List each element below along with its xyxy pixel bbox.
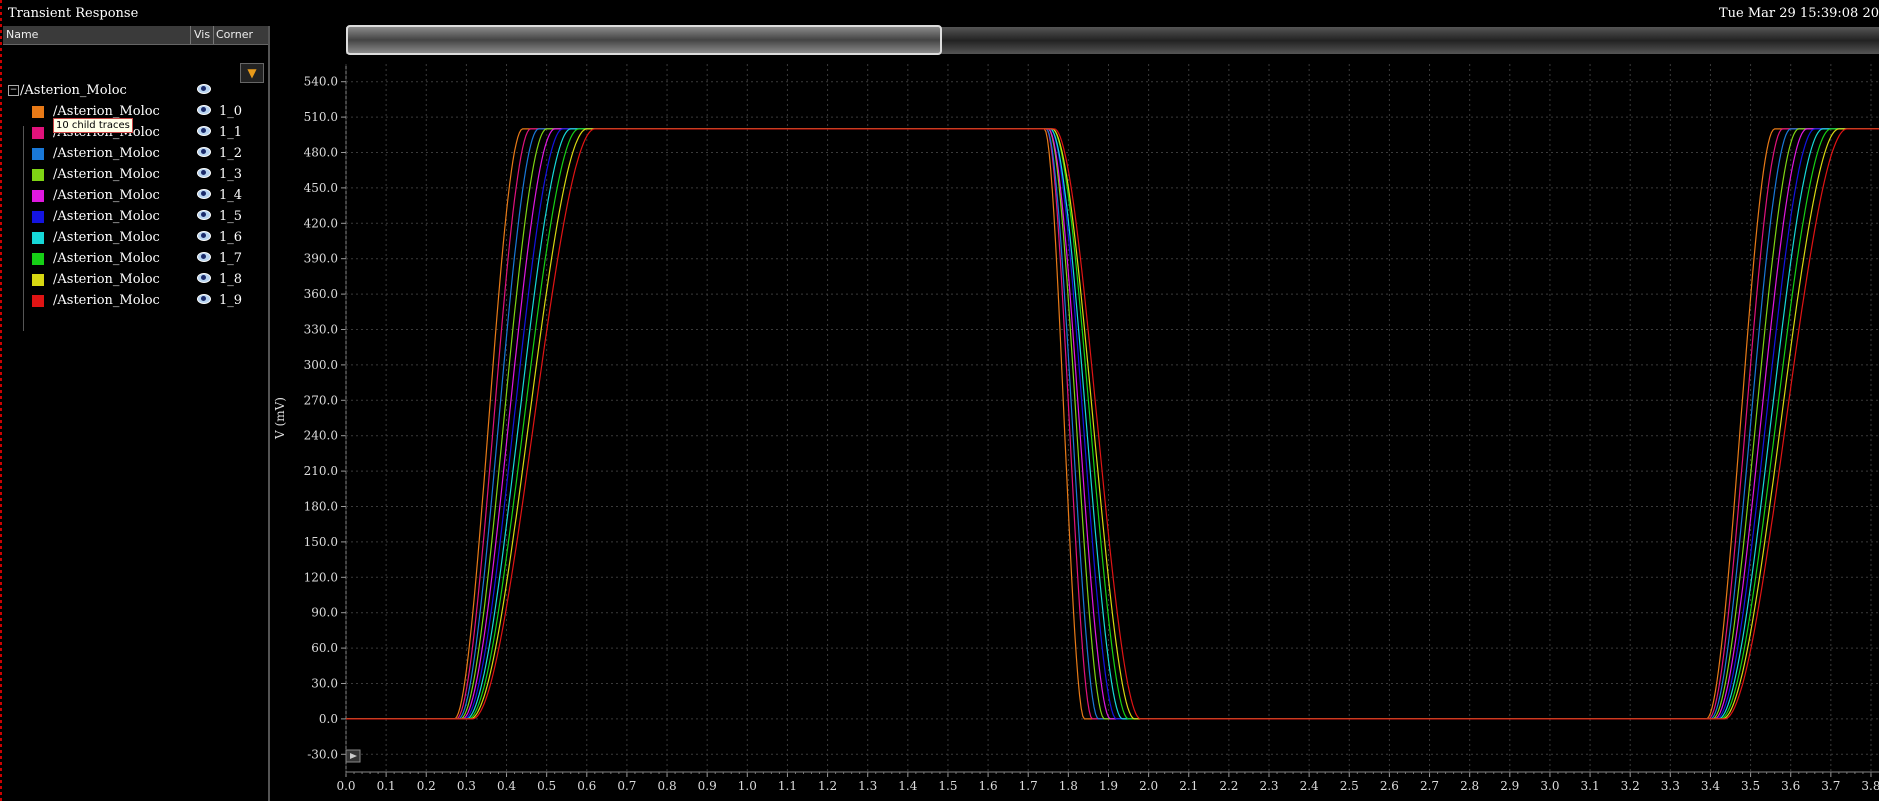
x-tick-label: 1.9	[1099, 779, 1118, 793]
waveform-chart[interactable]: 540.0 510.0 480.0 450.0 420.0 390.0 360.0 330.0…	[0, 0, 1879, 801]
y-tick-label: 90.0	[311, 606, 338, 620]
waveform-series-1_2	[346, 128, 1879, 720]
x-tick-label: 0.3	[457, 779, 476, 793]
x-tick-label: 1.5	[938, 779, 957, 793]
y-tick-label: 150.0	[304, 535, 338, 549]
y-tick-label: 30.0	[311, 677, 338, 691]
x-tick-label: 0.7	[617, 779, 636, 793]
x-tick-label: 2.4	[1300, 779, 1319, 793]
x-tick-label: 3.6	[1781, 779, 1800, 793]
y-tick-label: 300.0	[304, 358, 338, 372]
x-tick-label: 3.5	[1741, 779, 1760, 793]
y-tick-label: 240.0	[304, 429, 338, 443]
y-tick-label: 0.0	[319, 712, 338, 726]
y-tick-label: 420.0	[304, 216, 338, 230]
y-tick-label: 360.0	[304, 287, 338, 301]
x-tick-label: 3.2	[1621, 779, 1640, 793]
waveform-series-1_8	[346, 128, 1879, 720]
y-tick-label: 210.0	[304, 464, 338, 478]
x-tick-label: 0.5	[537, 779, 556, 793]
x-tick-label: 1.7	[1019, 779, 1038, 793]
overview-scrollbar[interactable]	[346, 25, 1879, 55]
y-tick-label: 180.0	[304, 500, 338, 514]
x-tick-label: 0.2	[417, 779, 436, 793]
x-tick-label: 0.0	[336, 779, 355, 793]
x-tick-label: 0.4	[497, 779, 516, 793]
y-tick-label: 120.0	[304, 570, 338, 584]
y-tick-label: 510.0	[304, 110, 338, 124]
y-axis-label: V (mV)	[273, 397, 287, 440]
waveform-series-1_7	[346, 128, 1879, 720]
y-tick-label: 270.0	[304, 393, 338, 407]
x-tick-label: 1.8	[1059, 779, 1078, 793]
x-tick-label: 2.0	[1139, 779, 1158, 793]
x-tick-label: 3.0	[1540, 779, 1559, 793]
waveform-series-1_0	[346, 128, 1879, 720]
y-tick-label: 330.0	[304, 323, 338, 337]
x-tick-label: 3.7	[1821, 779, 1840, 793]
x-tick-label: 2.9	[1500, 779, 1519, 793]
x-tick-label: 3.4	[1701, 779, 1720, 793]
x-tick-label: 2.7	[1420, 779, 1439, 793]
y-tick-label: -30.0	[307, 747, 338, 761]
x-tick-label: 0.8	[658, 779, 677, 793]
x-tick-label: 3.3	[1661, 779, 1680, 793]
x-tick-label: 1.6	[979, 779, 998, 793]
x-tick-label: 2.2	[1219, 779, 1238, 793]
x-tick-label: 0.6	[577, 779, 596, 793]
x-tick-label: 3.1	[1581, 779, 1600, 793]
overview-handle[interactable]	[346, 25, 942, 55]
waveform-series-1_9	[346, 128, 1879, 720]
y-tick-label: 390.0	[304, 252, 338, 266]
x-tick-label: 0.9	[698, 779, 717, 793]
waveform-series-1_6	[346, 128, 1879, 720]
y-tick-label: 540.0	[304, 75, 338, 89]
x-tick-label: 2.6	[1380, 779, 1399, 793]
x-tick-label: 1.3	[858, 779, 877, 793]
x-tick-label: 1.2	[818, 779, 837, 793]
x-tick-label: 2.8	[1460, 779, 1479, 793]
x-tick-label: 1.0	[738, 779, 757, 793]
x-tick-label: 1.1	[778, 779, 797, 793]
x-tick-label: 3.8	[1861, 779, 1879, 793]
y-tick-label: 480.0	[304, 146, 338, 160]
waveform-series-1_3	[346, 128, 1879, 720]
x-tick-label: 1.4	[898, 779, 917, 793]
waveform-series-1_5	[346, 128, 1879, 720]
y-tick-label: 60.0	[311, 641, 338, 655]
x-tick-label: 0.1	[377, 779, 396, 793]
x-tick-label: 2.1	[1179, 779, 1198, 793]
waveform-series-1_1	[346, 128, 1879, 720]
x-tick-label: 2.3	[1259, 779, 1278, 793]
waveform-series-1_4	[346, 128, 1879, 720]
y-tick-label: 450.0	[304, 181, 338, 195]
x-tick-label: 2.5	[1340, 779, 1359, 793]
